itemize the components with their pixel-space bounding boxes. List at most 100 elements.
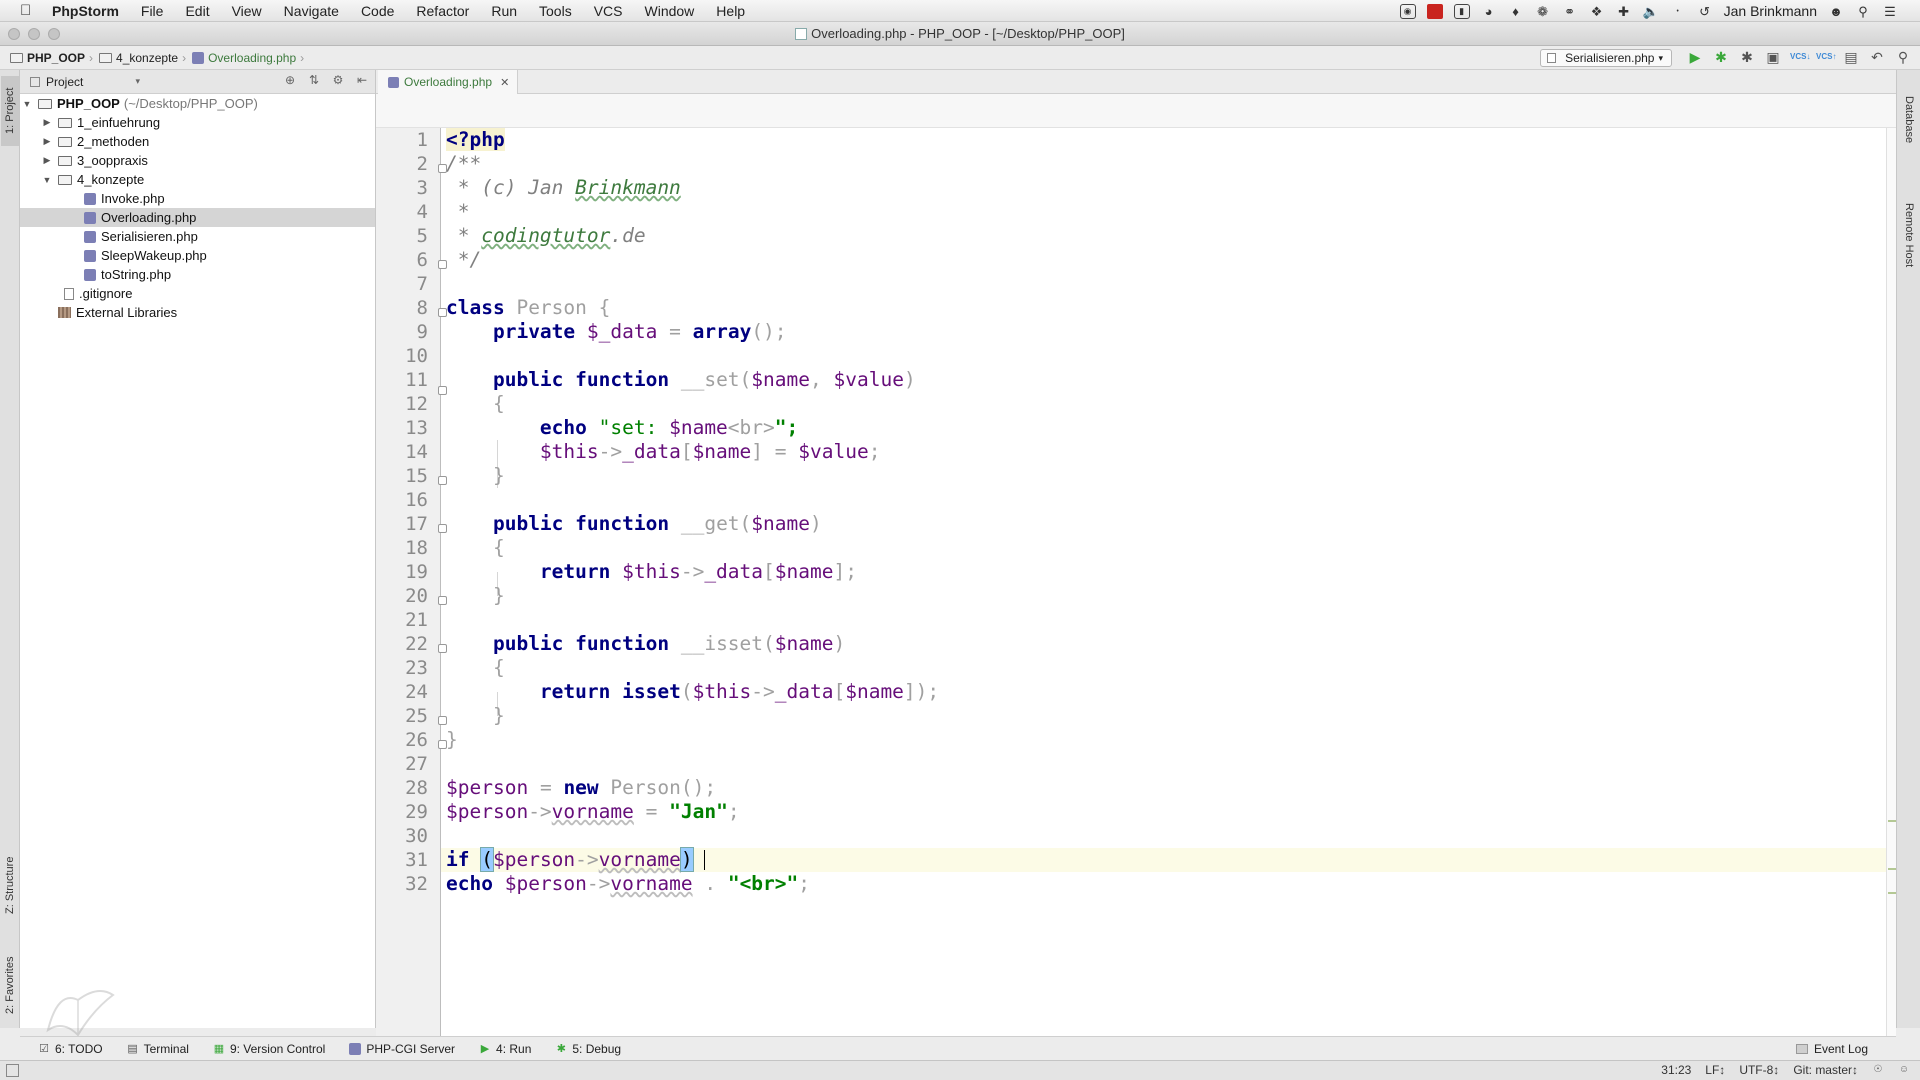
breadcrumb-folder[interactable]: 4_konzepte [99, 51, 178, 65]
tool-button-todo[interactable]: ☑ 6: TODO [38, 1042, 103, 1056]
run-icon[interactable]: ▶ [1686, 48, 1704, 66]
tool-button-debug[interactable]: ✱ 5: Debug [555, 1042, 621, 1056]
collapse-all-icon[interactable]: ⇅ [307, 73, 321, 89]
menu-run[interactable]: Run [491, 3, 517, 19]
tree-item-root[interactable]: ▼ PHP_OOP (~/Desktop/PHP_OOP) [20, 94, 375, 113]
menu-help[interactable]: Help [716, 3, 745, 19]
tool-tab-remote-host[interactable]: Remote Host [1900, 180, 1918, 290]
tool-button-event-log[interactable]: Event Log [1795, 1042, 1868, 1056]
project-view-selector[interactable]: Project ▾ [30, 75, 140, 89]
tree-item-file[interactable]: toString.php [20, 265, 375, 284]
fold-marker-icon[interactable] [438, 260, 447, 269]
tool-tab-structure[interactable]: Z: Structure [1, 840, 19, 930]
menu-code[interactable]: Code [361, 3, 394, 19]
git-branch-selector[interactable]: Git: master↕ [1793, 1063, 1858, 1077]
tray-plus-icon[interactable]: ✚ [1616, 4, 1632, 19]
tree-item-file-selected[interactable]: Overloading.php [20, 208, 375, 227]
tool-tab-project[interactable]: 1: Project [1, 76, 19, 146]
run-configuration-dropdown[interactable]: Serialisieren.php ▾ [1540, 49, 1672, 67]
tray-dropbox-icon[interactable]: ❖ [1589, 4, 1605, 19]
tree-item-folder[interactable]: ▶ 1_einfuehrung [20, 113, 375, 132]
tray-evernote-icon[interactable]: ♦ [1508, 4, 1524, 19]
fold-marker-icon[interactable] [438, 596, 447, 605]
vcs-history-icon[interactable]: ▤ [1842, 48, 1860, 66]
window-zoom-button[interactable] [48, 28, 60, 40]
lock-icon[interactable]: ☉ [1872, 1064, 1884, 1076]
search-everywhere-icon[interactable]: ⚲ [1894, 48, 1912, 66]
tray-app-icon[interactable]: ◉ [1399, 3, 1416, 19]
menu-refactor[interactable]: Refactor [416, 3, 469, 19]
vcs-commit-icon[interactable]: VCS↑ [1816, 48, 1836, 66]
tree-item-external-libraries[interactable]: ▶ External Libraries [20, 303, 375, 322]
stop-icon[interactable]: ▣ [1764, 48, 1782, 66]
tree-item-file[interactable]: SleepWakeup.php [20, 246, 375, 265]
window-minimize-button[interactable] [28, 28, 40, 40]
notification-center-icon[interactable]: ☰ [1882, 4, 1898, 19]
expanded-arrow-icon[interactable]: ▼ [42, 175, 52, 185]
menu-app-name[interactable]: PhpStorm [52, 3, 119, 19]
tree-item-file[interactable]: .gitignore [20, 284, 375, 303]
menu-view[interactable]: View [232, 3, 262, 19]
user-avatar-icon[interactable]: ☻ [1828, 4, 1844, 19]
tree-item-folder[interactable]: ▶ 2_methoden [20, 132, 375, 151]
fold-marker-icon[interactable] [438, 716, 447, 725]
window-close-button[interactable] [8, 28, 20, 40]
gear-icon[interactable]: ⚙ [331, 73, 345, 89]
expanded-arrow-icon[interactable]: ▼ [22, 99, 32, 109]
collapsed-arrow-icon[interactable]: ▶ [42, 136, 52, 147]
tray-creative-cloud-icon[interactable]: ⚭ [1562, 4, 1578, 19]
fold-marker-icon[interactable] [438, 644, 447, 653]
breadcrumb-file[interactable]: Overloading.php [192, 51, 296, 65]
editor-tab-overloading[interactable]: Overloading.php ✕ [378, 70, 519, 94]
fold-marker-icon[interactable] [438, 308, 447, 317]
menu-navigate[interactable]: Navigate [284, 3, 339, 19]
coverage-icon[interactable]: ✱ [1738, 48, 1756, 66]
tree-item-file[interactable]: Invoke.php [20, 189, 375, 208]
hide-panel-icon[interactable]: ⇤ [355, 73, 369, 89]
collapsed-arrow-icon[interactable]: ▶ [42, 155, 52, 166]
tool-button-php-cgi-server[interactable]: PHP-CGI Server [349, 1042, 455, 1056]
breadcrumb-project[interactable]: PHP_OOP [10, 51, 85, 65]
tray-record-icon[interactable] [1426, 3, 1443, 19]
revert-icon[interactable]: ↶ [1868, 48, 1886, 66]
vcs-update-icon[interactable]: VCS↓ [1790, 48, 1810, 66]
tray-bookmark-icon[interactable]: ▮ [1453, 3, 1470, 19]
apple-icon[interactable]:  [20, 2, 38, 19]
toggle-tool-windows-icon[interactable] [6, 1064, 19, 1077]
tool-button-version-control[interactable]: ▦ 9: Version Control [213, 1042, 326, 1056]
fold-marker-icon[interactable] [438, 524, 447, 533]
tree-item-file[interactable]: Serialisieren.php [20, 227, 375, 246]
tool-tab-favorites[interactable]: 2: Favorites [1, 945, 19, 1025]
collapsed-arrow-icon[interactable]: ▶ [42, 117, 52, 128]
inspector-icon[interactable]: ☺ [1898, 1064, 1910, 1076]
tool-button-terminal[interactable]: ▤ Terminal [127, 1042, 189, 1056]
tool-tab-database[interactable]: Database [1900, 80, 1918, 160]
menu-file[interactable]: File [141, 3, 164, 19]
menu-window[interactable]: Window [645, 3, 695, 19]
tree-item-folder[interactable]: ▶ 3_ooppraxis [20, 151, 375, 170]
caret-position[interactable]: 31:23 [1661, 1063, 1691, 1077]
editor-gutter[interactable]: 1 2 3 4 5 6 7 8 9 10 11 12 13 14 15 16 1… [376, 128, 447, 1036]
scroll-from-source-icon[interactable]: ⊕ [283, 73, 297, 89]
menu-edit[interactable]: Edit [185, 3, 209, 19]
close-icon[interactable]: ✕ [500, 76, 509, 89]
fold-marker-icon[interactable] [438, 164, 447, 173]
time-machine-icon[interactable]: ↺ [1697, 4, 1713, 19]
tray-onepassword-icon[interactable]: ◕ [1481, 4, 1497, 19]
tool-button-run[interactable]: ▶ 4: Run [479, 1042, 532, 1056]
tree-item-folder[interactable]: ▼ 4_konzepte [20, 170, 375, 189]
debug-icon[interactable]: ✱ [1712, 48, 1730, 66]
volume-icon[interactable]: 🔈 [1643, 4, 1659, 19]
spotlight-search-icon[interactable]: ⚲ [1855, 4, 1871, 19]
menu-tools[interactable]: Tools [539, 3, 572, 19]
menu-user-name[interactable]: Jan Brinkmann [1724, 3, 1817, 19]
bluetooth-icon[interactable]: ᛫ [1670, 4, 1686, 19]
menu-vcs[interactable]: VCS [594, 3, 623, 19]
editor-error-stripe[interactable] [1886, 128, 1897, 1036]
fold-marker-icon[interactable] [438, 740, 447, 749]
line-separator-selector[interactable]: LF↕ [1705, 1063, 1725, 1077]
encoding-selector[interactable]: UTF-8↕ [1739, 1063, 1779, 1077]
tray-feather-icon[interactable]: ❁ [1535, 4, 1551, 19]
fold-marker-icon[interactable] [438, 476, 447, 485]
code-editor[interactable]: <?php /** * (c) Jan Brinkmann * * coding… [441, 128, 1886, 1036]
